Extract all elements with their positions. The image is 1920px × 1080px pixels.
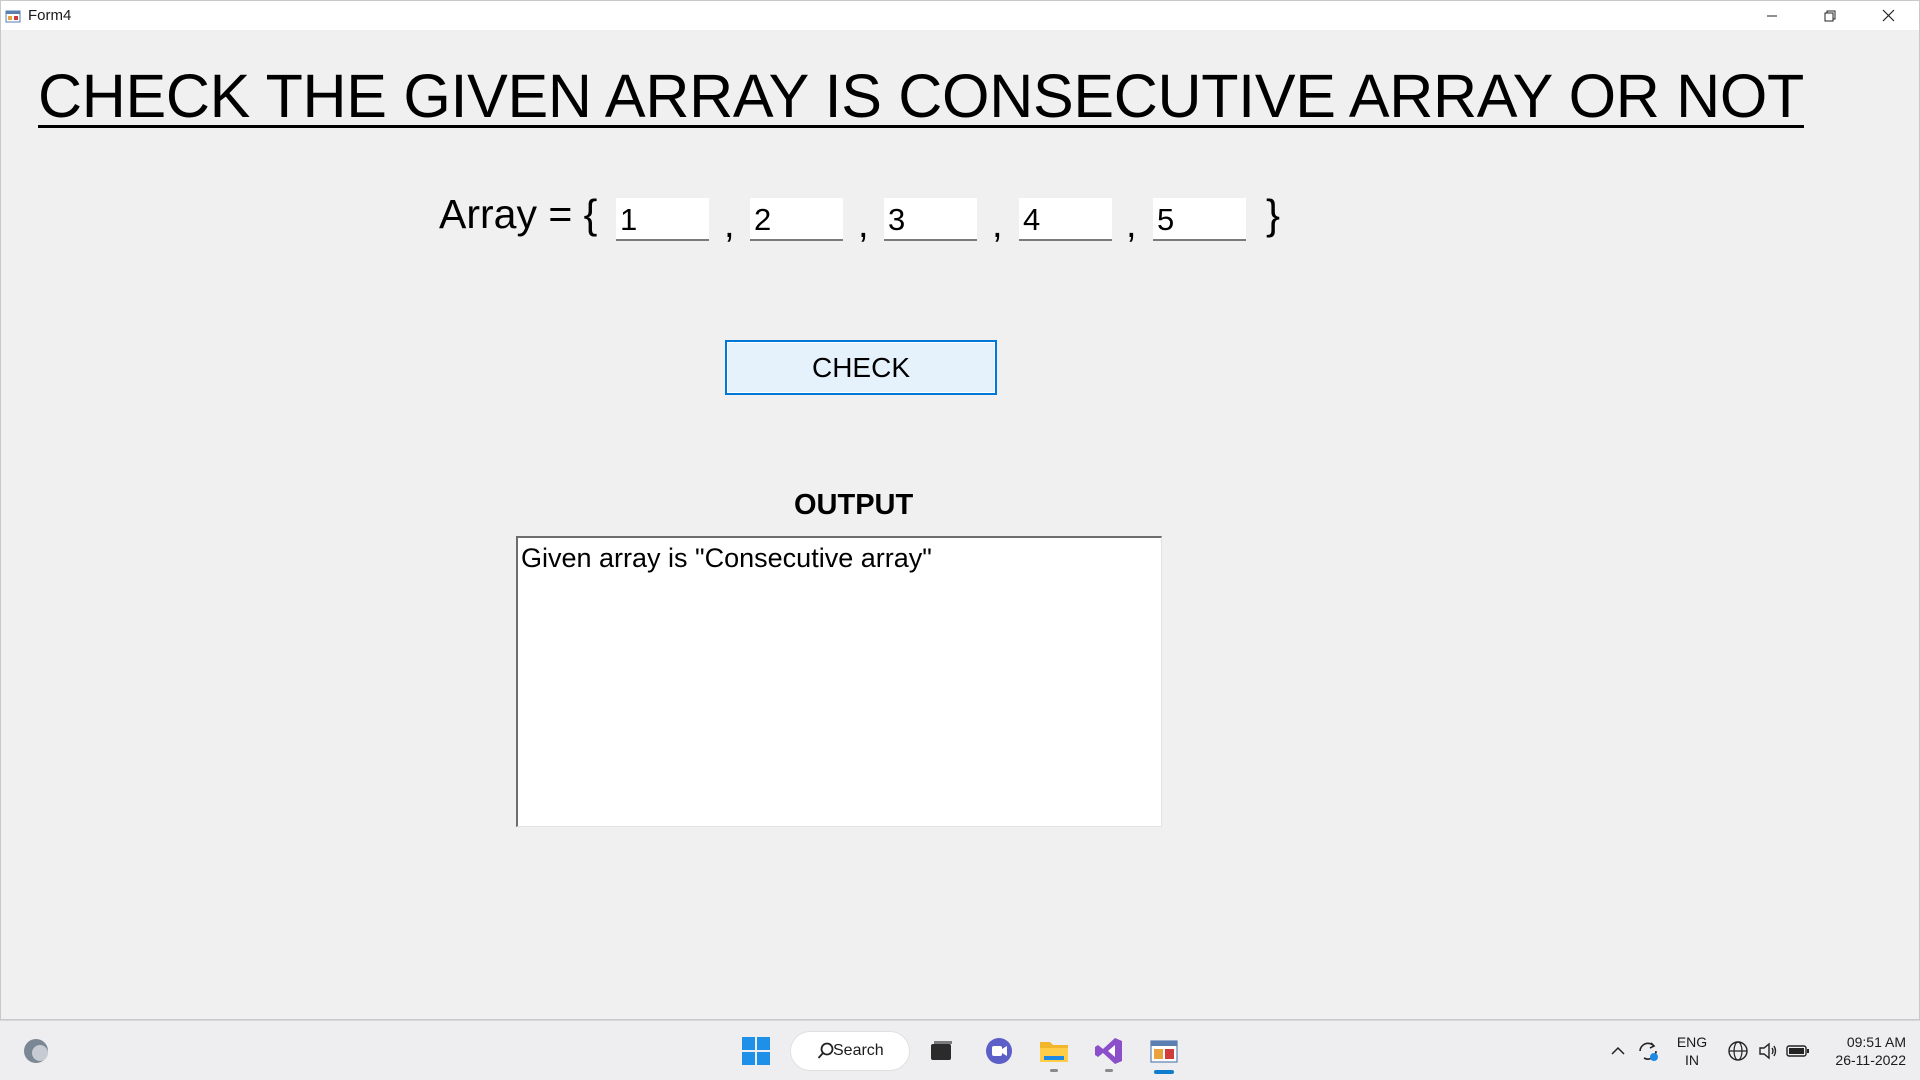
visual-studio-icon (1095, 1038, 1122, 1064)
clock-time: 09:51 AM (1846, 1034, 1906, 1050)
teams-chat-button[interactable] (977, 1029, 1021, 1073)
file-explorer-button[interactable] (1032, 1029, 1076, 1073)
check-button[interactable]: CHECK (725, 340, 997, 395)
close-button[interactable] (1859, 1, 1917, 30)
search-label: Search (833, 1042, 884, 1059)
restore-button[interactable] (1801, 1, 1859, 30)
window-title: Form4 (28, 7, 72, 24)
form-window: Form4 CHECK THE GIVEN ARRAY IS CONSECUTI… (0, 0, 1920, 1020)
windows-start-icon (742, 1037, 770, 1065)
taskbar: Search ENG IN 09:51 AM 26-11-2022 (0, 1020, 1920, 1080)
battery-icon (1786, 1045, 1809, 1057)
minimize-icon (1767, 15, 1777, 16)
chevron-up-icon (1611, 1046, 1625, 1055)
folder-icon (1040, 1042, 1068, 1062)
chat-icon (986, 1038, 1012, 1064)
comma-separator: , (724, 204, 735, 246)
array-input-5[interactable] (1153, 198, 1246, 241)
close-icon (1882, 9, 1894, 22)
form-app-button[interactable] (1142, 1029, 1186, 1074)
start-button[interactable] (734, 1029, 778, 1073)
visual-studio-button[interactable] (1087, 1029, 1131, 1073)
running-indicator (1050, 1069, 1058, 1072)
clock-date: 26-11-2022 (1835, 1052, 1906, 1068)
page-heading: CHECK THE GIVEN ARRAY IS CONSECUTIVE ARR… (38, 62, 1804, 130)
output-label: OUTPUT (794, 489, 914, 521)
output-textbox[interactable]: Given array is "Consecutive array" (516, 536, 1162, 827)
sync-tray-button[interactable] (1628, 1029, 1668, 1073)
search-icon (817, 1042, 834, 1059)
task-view-button[interactable] (919, 1029, 963, 1073)
battery-button[interactable] (1778, 1029, 1818, 1073)
weather-widget-icon (24, 1039, 48, 1063)
array-input-1[interactable] (616, 198, 709, 241)
comma-separator: , (992, 204, 1003, 246)
taskbar-search[interactable]: Search (790, 1031, 910, 1071)
widgets-button[interactable] (14, 1029, 58, 1073)
closing-brace: } (1266, 191, 1281, 238)
running-indicator (1105, 1069, 1113, 1072)
region-code: IN (1685, 1052, 1699, 1068)
comma-separator: , (858, 204, 869, 246)
title-bar[interactable]: Form4 (1, 1, 1919, 30)
language-code: ENG (1676, 1034, 1708, 1050)
sync-icon (1639, 1042, 1658, 1061)
clock[interactable]: 09:51 AM 26-11-2022 (1822, 1033, 1906, 1069)
minimize-button[interactable] (1743, 1, 1801, 30)
language-indicator[interactable]: ENG IN (1676, 1033, 1708, 1069)
array-input-2[interactable] (750, 198, 843, 241)
array-input-3[interactable] (884, 198, 977, 241)
restore-icon (1824, 10, 1836, 21)
comma-separator: , (1126, 204, 1137, 246)
task-view-icon (931, 1041, 952, 1060)
array-input-4[interactable] (1019, 198, 1112, 241)
app-icon (5, 10, 21, 23)
speaker-icon (1759, 1042, 1777, 1060)
active-indicator (1154, 1070, 1174, 1074)
app-icon (1150, 1040, 1178, 1063)
globe-icon (1728, 1041, 1748, 1061)
array-label: Array = { (439, 191, 598, 237)
